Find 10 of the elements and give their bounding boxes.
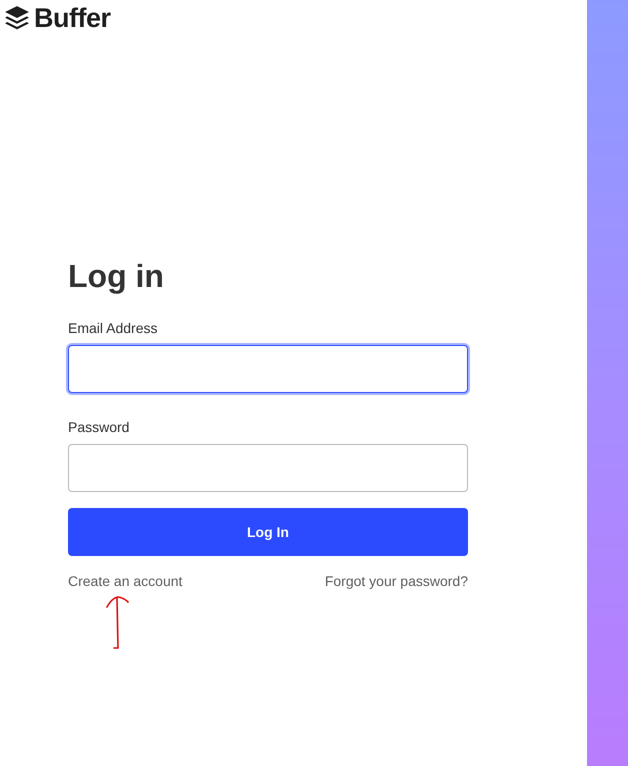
field-label: Email Address <box>68 320 158 336</box>
input-field[interactable] <box>68 444 468 492</box>
text-link[interactable]: Forgot your password? <box>324 573 468 589</box>
field-label: Password <box>68 419 130 435</box>
logo-text: Buffer <box>34 2 110 34</box>
input-field[interactable] <box>68 345 468 393</box>
text-link[interactable]: Create an account <box>68 573 182 589</box>
layers-icon <box>4 5 30 31</box>
login-button[interactable]: Log In <box>68 508 468 556</box>
page-title: Log in <box>68 257 165 296</box>
